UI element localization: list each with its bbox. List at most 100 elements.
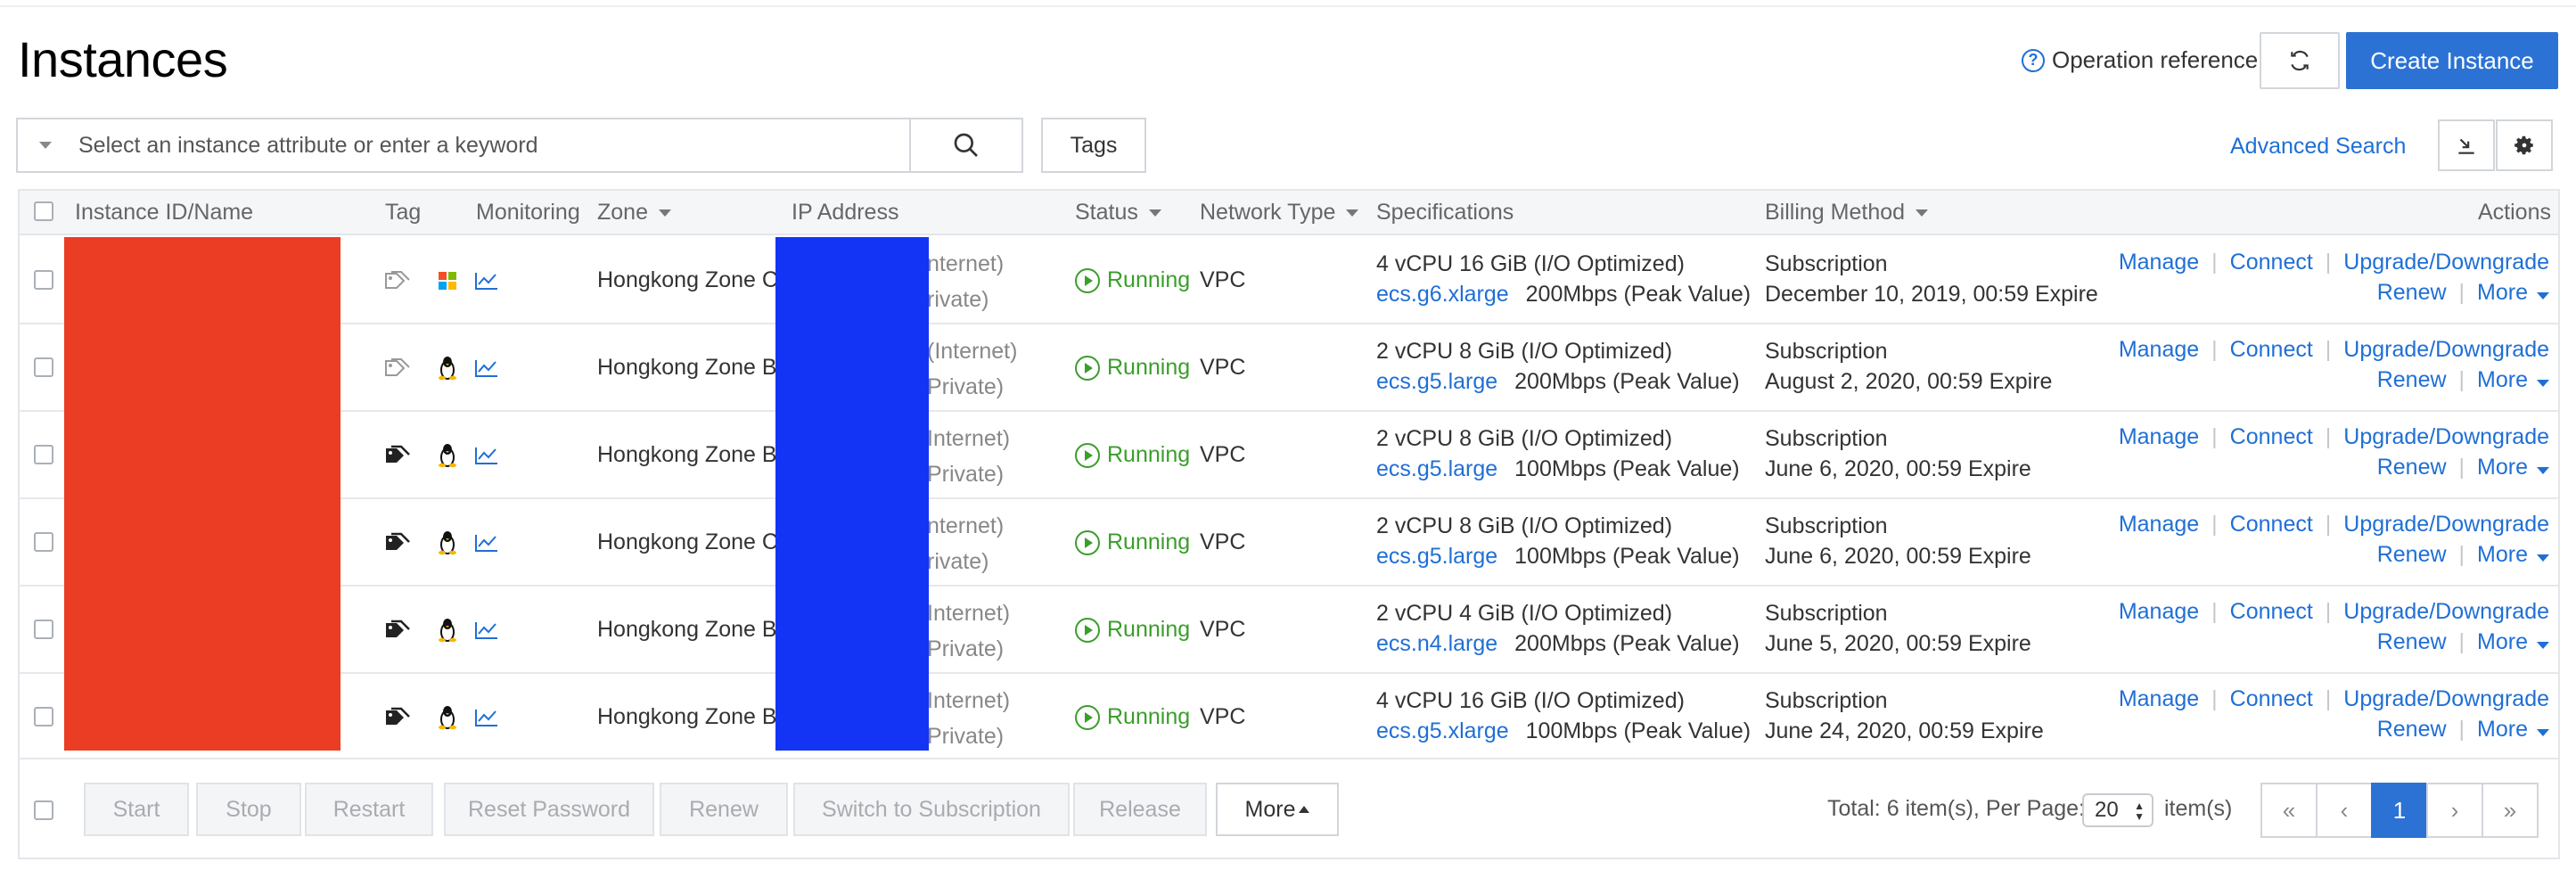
advanced-search-link[interactable]: Advanced Search	[2230, 134, 2406, 160]
instance-type-link[interactable]: ecs.g5.large	[1376, 456, 1497, 481]
manage-link[interactable]: Manage	[2119, 424, 2199, 450]
connect-link[interactable]: Connect	[2230, 424, 2313, 450]
tag-solid-icon[interactable]	[383, 441, 412, 470]
spec-cell: 2 vCPU 8 GiB (I/O Optimized)	[1376, 339, 1673, 364]
spec-cell: 2 vCPU 8 GiB (I/O Optimized)	[1376, 426, 1673, 451]
start-button[interactable]: Start	[84, 783, 189, 836]
renew-link[interactable]: Renew	[2377, 367, 2447, 393]
header-billing[interactable]: Billing Method	[1765, 200, 1929, 226]
row-checkbox[interactable]	[34, 532, 53, 552]
manage-link[interactable]: Manage	[2119, 599, 2199, 625]
manage-link[interactable]: Manage	[2119, 512, 2199, 538]
more-actions-link[interactable]: More	[2477, 455, 2549, 480]
connect-link[interactable]: Connect	[2230, 337, 2313, 363]
switch-subscription-button[interactable]: Switch to Subscription	[793, 783, 1070, 836]
per-page-select[interactable]: 20 ▲ ▼	[2082, 793, 2154, 827]
manage-link[interactable]: Manage	[2119, 686, 2199, 712]
monitoring-chart-icon[interactable]	[472, 703, 501, 732]
footer-select-all-checkbox[interactable]	[34, 800, 53, 820]
monitoring-chart-icon[interactable]	[472, 441, 501, 470]
attribute-dropdown-icon[interactable]	[39, 142, 52, 149]
renew-link[interactable]: Renew	[2377, 542, 2447, 568]
restart-button[interactable]: Restart	[305, 783, 433, 836]
monitoring-chart-icon[interactable]	[472, 354, 501, 382]
upgrade-downgrade-link[interactable]: Upgrade/Downgrade	[2343, 424, 2549, 450]
stop-button[interactable]: Stop	[196, 783, 301, 836]
zone-cell: Hongkong Zone B	[597, 617, 777, 642]
billing-filter-icon[interactable]	[1916, 209, 1929, 217]
more-actions-link[interactable]: More	[2477, 717, 2549, 743]
create-instance-button[interactable]: Create Instance	[2346, 32, 2558, 89]
page-next-button[interactable]: ›	[2426, 783, 2483, 838]
row-checkbox[interactable]	[34, 270, 53, 290]
row-checkbox[interactable]	[34, 357, 53, 377]
upgrade-downgrade-link[interactable]: Upgrade/Downgrade	[2343, 250, 2549, 275]
upgrade-downgrade-link[interactable]: Upgrade/Downgrade	[2343, 512, 2549, 538]
tag-outline-icon[interactable]	[383, 267, 412, 295]
renew-link[interactable]: Renew	[2377, 280, 2447, 306]
tag-solid-icon[interactable]	[383, 616, 412, 644]
row-checkbox[interactable]	[34, 445, 53, 464]
row-checkbox[interactable]	[34, 707, 53, 726]
connect-link[interactable]: Connect	[2230, 599, 2313, 625]
instance-type-link[interactable]: ecs.n4.large	[1376, 631, 1497, 656]
manage-link[interactable]: Manage	[2119, 250, 2199, 275]
operation-reference-link[interactable]: ? Operation reference	[2022, 46, 2258, 74]
zone-filter-icon[interactable]	[658, 209, 671, 217]
header-zone[interactable]: Zone	[597, 200, 671, 226]
status-filter-icon[interactable]	[1148, 209, 1161, 217]
ip-private-cell: rivate)	[927, 549, 989, 574]
settings-button[interactable]	[2496, 119, 2553, 171]
connect-link[interactable]: Connect	[2230, 250, 2313, 275]
monitoring-chart-icon[interactable]	[472, 529, 501, 557]
upgrade-downgrade-link[interactable]: Upgrade/Downgrade	[2343, 599, 2549, 625]
search-input[interactable]: Select an instance attribute or enter a …	[16, 118, 911, 173]
linux-icon	[433, 703, 462, 732]
renew-link[interactable]: Renew	[2377, 455, 2447, 480]
instance-type-bandwidth: ecs.g6.xlarge 200Mbps (Peak Value)	[1376, 282, 1751, 308]
page-title: Instances	[18, 31, 228, 87]
header-network[interactable]: Network Type	[1200, 200, 1359, 226]
reset-password-button[interactable]: Reset Password	[444, 783, 654, 836]
page-first-button[interactable]: «	[2260, 783, 2318, 838]
instance-type-link[interactable]: ecs.g6.xlarge	[1376, 282, 1509, 307]
monitoring-chart-icon[interactable]	[472, 616, 501, 644]
page-last-button[interactable]: »	[2482, 783, 2539, 838]
upgrade-downgrade-link[interactable]: Upgrade/Downgrade	[2343, 686, 2549, 712]
page-current-button[interactable]: 1	[2371, 783, 2428, 838]
release-button[interactable]: Release	[1073, 783, 1207, 836]
network-filter-icon[interactable]	[1346, 209, 1359, 217]
refresh-button[interactable]	[2260, 32, 2340, 89]
footer-more-button[interactable]: More	[1216, 783, 1339, 836]
refresh-icon	[2291, 50, 2309, 71]
row-checkbox[interactable]	[34, 620, 53, 639]
header-status[interactable]: Status	[1075, 200, 1161, 226]
page-prev-button[interactable]: ‹	[2316, 783, 2373, 838]
renew-button[interactable]: Renew	[660, 783, 788, 836]
instance-type-link[interactable]: ecs.g5.xlarge	[1376, 718, 1509, 743]
export-button[interactable]	[2438, 119, 2495, 171]
row-actions-secondary: Renew | More	[2377, 280, 2549, 306]
running-icon	[1075, 704, 1100, 730]
more-actions-link[interactable]: More	[2477, 367, 2549, 393]
tag-outline-icon[interactable]	[383, 354, 412, 382]
more-actions-link[interactable]: More	[2477, 629, 2549, 655]
monitoring-chart-icon[interactable]	[472, 267, 501, 295]
renew-link[interactable]: Renew	[2377, 629, 2447, 655]
tag-solid-icon[interactable]	[383, 703, 412, 732]
upgrade-downgrade-link[interactable]: Upgrade/Downgrade	[2343, 337, 2549, 363]
more-actions-link[interactable]: More	[2477, 280, 2549, 306]
instance-type-link[interactable]: ecs.g5.large	[1376, 544, 1497, 569]
instance-type-bandwidth: ecs.g5.large 100Mbps (Peak Value)	[1376, 456, 1740, 482]
action-separator: |	[2211, 337, 2218, 362]
connect-link[interactable]: Connect	[2230, 512, 2313, 538]
instance-type-link[interactable]: ecs.g5.large	[1376, 369, 1497, 394]
connect-link[interactable]: Connect	[2230, 686, 2313, 712]
tags-button[interactable]: Tags	[1041, 118, 1146, 173]
search-button[interactable]	[909, 118, 1023, 173]
renew-link[interactable]: Renew	[2377, 717, 2447, 743]
manage-link[interactable]: Manage	[2119, 337, 2199, 363]
tag-solid-icon[interactable]	[383, 529, 412, 557]
more-actions-link[interactable]: More	[2477, 542, 2549, 568]
select-all-checkbox[interactable]	[34, 201, 53, 221]
